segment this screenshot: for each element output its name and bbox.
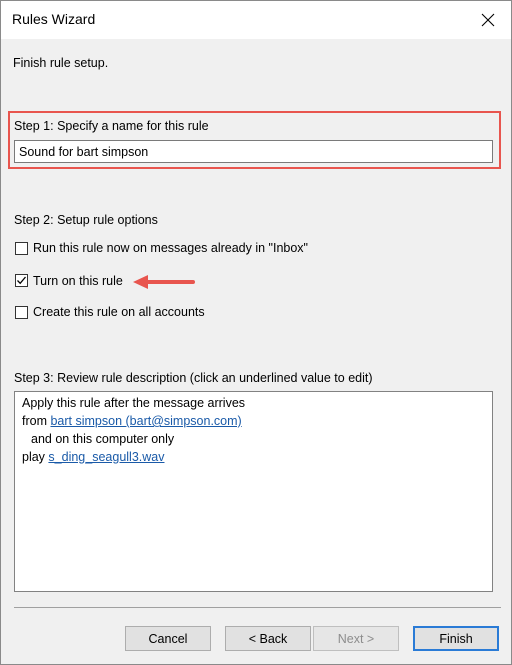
rule-description-box: Apply this rule after the message arrive…: [14, 391, 493, 592]
close-icon: [481, 13, 495, 27]
all-accounts-checkbox[interactable]: [15, 306, 28, 319]
rules-wizard-dialog: Rules Wizard Finish rule setup. Step 1: …: [0, 0, 512, 665]
close-button[interactable]: [465, 1, 511, 39]
run-now-checkbox[interactable]: [15, 242, 28, 255]
next-button[interactable]: Next >: [313, 626, 399, 651]
from-prefix: from: [22, 414, 47, 428]
rule-name-input[interactable]: [14, 140, 493, 163]
step3-label: Step 3: Review rule description (click a…: [14, 371, 373, 385]
step2-label: Step 2: Setup rule options: [14, 213, 158, 227]
checkmark-icon: [17, 276, 26, 285]
desc-line-computer: and on this computer only: [31, 432, 175, 446]
run-now-label[interactable]: Run this rule now on messages already in…: [33, 241, 308, 255]
arrow-left-icon: [133, 275, 195, 289]
back-button[interactable]: < Back: [225, 626, 311, 651]
turn-on-rule-label[interactable]: Turn on this rule: [33, 274, 123, 288]
sound-file-link[interactable]: s_ding_seagull3.wav: [48, 450, 164, 464]
turn-on-rule-checkbox[interactable]: [15, 274, 28, 287]
intro-text: Finish rule setup.: [13, 56, 109, 70]
window-title: Rules Wizard: [12, 11, 96, 27]
desc-line-from: from bart simpson (bart@simpson.com): [22, 414, 242, 428]
play-prefix: play: [22, 450, 45, 464]
title-bar: Rules Wizard: [1, 1, 511, 39]
cancel-button[interactable]: Cancel: [125, 626, 211, 651]
step1-label: Step 1: Specify a name for this rule: [14, 119, 209, 133]
finish-button[interactable]: Finish: [413, 626, 499, 651]
desc-line-play: play s_ding_seagull3.wav: [22, 450, 164, 464]
desc-line-apply: Apply this rule after the message arrive…: [22, 396, 246, 410]
all-accounts-label[interactable]: Create this rule on all accounts: [33, 305, 205, 319]
from-sender-link[interactable]: bart simpson (bart@simpson.com): [50, 414, 241, 428]
footer-separator: [14, 607, 501, 608]
